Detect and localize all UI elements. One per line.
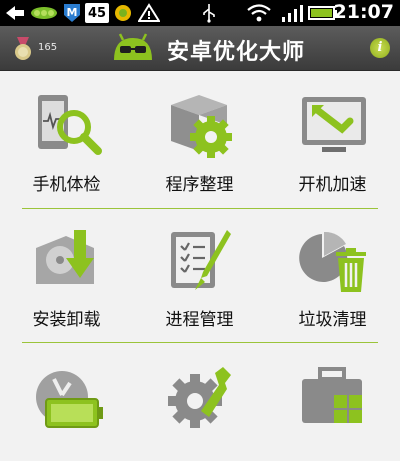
m-shield-icon: M	[62, 3, 82, 23]
tile-label: 进程管理	[165, 310, 234, 330]
app-title: 安卓优化大师	[167, 40, 306, 65]
notification-badge: 45	[85, 3, 109, 23]
weather-icon	[112, 3, 134, 23]
tile-label: 安装卸载	[32, 310, 101, 330]
signal-icon	[280, 3, 304, 23]
info-button[interactable]: i	[370, 38, 390, 58]
tile-install-uninstall[interactable]: 安装卸载	[0, 206, 133, 330]
install-uninstall-icon	[36, 230, 94, 284]
junk-clean-icon	[299, 231, 366, 292]
tile-app-organize[interactable]: 程序整理	[133, 71, 266, 195]
tile-label: 开机加速	[298, 175, 367, 195]
tile-boot-speed[interactable]: 开机加速	[266, 71, 399, 195]
clock-text: 21:07	[333, 1, 394, 23]
tile-process-manager[interactable]: 进程管理	[133, 206, 266, 330]
tile-phone-check[interactable]: 手机体检	[0, 71, 133, 195]
pea-pod-icon	[30, 3, 58, 23]
tile-label: 手机体检	[32, 175, 101, 195]
notification-badge-text: 45	[87, 5, 107, 21]
status-bar: M 45 21:07	[0, 0, 400, 26]
usb-icon	[200, 3, 218, 23]
android-logo-icon	[108, 30, 158, 70]
tile-system-tools[interactable]	[133, 341, 266, 461]
tile-junk-clean[interactable]: 垃圾清理	[266, 206, 399, 330]
boot-speed-icon	[302, 97, 366, 152]
medal-icon[interactable]	[12, 36, 34, 66]
warning-icon	[138, 3, 160, 23]
tile-label: 程序整理	[165, 175, 234, 195]
back-arrow-icon	[4, 3, 26, 23]
tile-label: 垃圾清理	[298, 310, 367, 330]
toolbox-icon	[302, 367, 362, 423]
app-header: 165 安卓优化大师 i	[0, 26, 400, 71]
wifi-icon	[246, 3, 272, 23]
app-organize-icon	[171, 95, 232, 158]
system-tools-icon	[168, 367, 231, 428]
tile-toolbox[interactable]	[266, 341, 399, 461]
process-manager-icon	[171, 230, 231, 290]
battery-manager-icon	[36, 371, 103, 428]
phone-check-icon	[38, 95, 102, 155]
tile-battery-manager[interactable]	[0, 341, 133, 461]
medal-count: 165	[38, 42, 58, 53]
svg-text:M: M	[67, 6, 78, 19]
